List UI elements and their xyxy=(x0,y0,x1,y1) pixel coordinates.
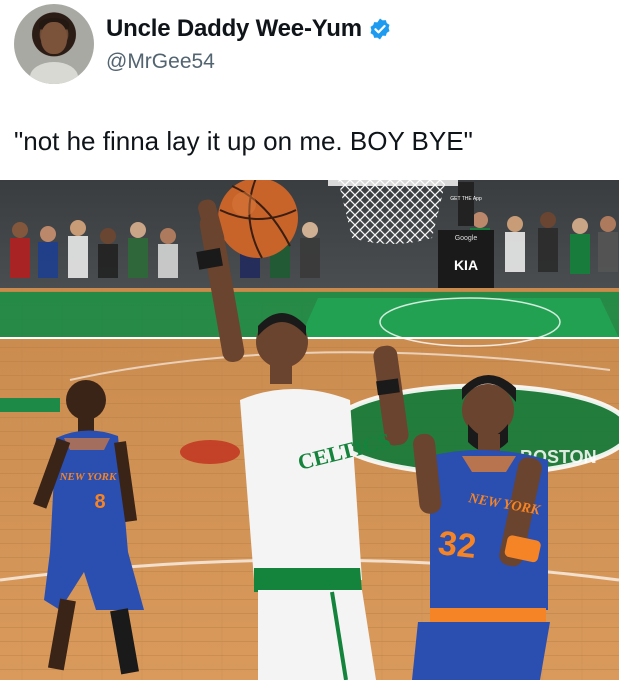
court-red-decal xyxy=(180,440,240,464)
tweet-media-photo[interactable]: Google KIA GET THE App BOSTON NEW YORK 8… xyxy=(0,180,619,680)
right-jersey-number: 32 xyxy=(436,524,478,566)
author-handle[interactable]: @MrGee54 xyxy=(106,50,215,74)
avatar-face xyxy=(41,22,67,54)
display-name[interactable]: Uncle Daddy Wee-Yum xyxy=(106,15,362,43)
left-jersey-text: NEW YORK xyxy=(59,471,117,483)
left-jersey-number: 8 xyxy=(94,491,105,513)
sign-top-text: Google xyxy=(455,235,478,242)
sign-brand-text: KIA xyxy=(454,257,478,273)
tweet-header: Uncle Daddy Wee-Yum @MrGee54 xyxy=(0,0,619,100)
author-name-row: Uncle Daddy Wee-Yum xyxy=(106,14,392,44)
court-side-green xyxy=(0,398,60,412)
get-app-sign xyxy=(458,182,474,226)
basketball-photo: Google KIA GET THE App BOSTON NEW YORK 8… xyxy=(0,180,619,680)
basketball-net xyxy=(338,180,446,244)
basketball-icon xyxy=(218,180,298,259)
avatar-shirt xyxy=(30,62,78,84)
get-app-text: GET THE App xyxy=(450,196,482,202)
verified-badge-icon xyxy=(368,17,392,41)
tweet-text: "not he finna lay it up on me. BOY BYE" xyxy=(14,126,473,156)
avatar[interactable] xyxy=(14,4,94,84)
paint-area xyxy=(300,298,619,338)
